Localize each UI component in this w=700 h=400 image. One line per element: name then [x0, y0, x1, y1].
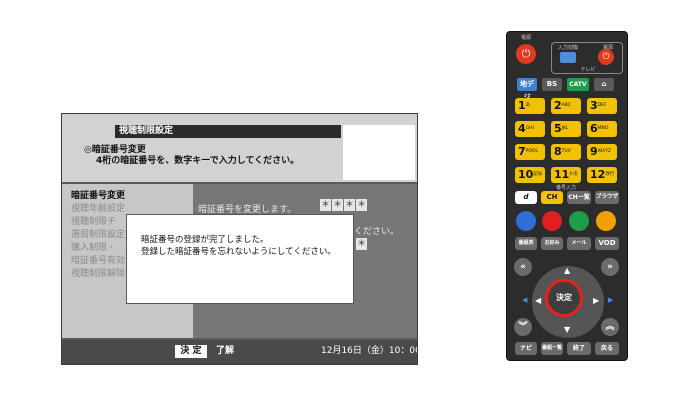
kettei-button[interactable]: 決定	[545, 279, 583, 317]
exit-button[interactable]: 終了	[567, 342, 591, 355]
num-11-button[interactable]: 11わをん	[551, 167, 581, 193]
power-button[interactable]: ⏻	[516, 44, 536, 64]
double-down-button[interactable]: ︾	[514, 318, 532, 336]
tv-panel: 入力切換 電源 ⏻ テレビ	[551, 42, 623, 74]
menu-item-pin-change[interactable]: 暗証番号変更	[71, 188, 125, 201]
tv-label: テレビ	[580, 67, 596, 73]
power-icon: ⏻	[521, 47, 531, 60]
datetime: 12月16日（金）10：00	[321, 346, 418, 356]
double-chevron-up-icon: ︽	[605, 322, 615, 332]
epg-button[interactable]: 番組表	[515, 237, 537, 250]
dialog-message-1: 暗証番号の登録が完了しました。	[141, 235, 269, 245]
ch-list-button[interactable]: CH一覧	[567, 191, 591, 204]
menu-item-pin-valid[interactable]: 暗証番号有効	[71, 253, 125, 266]
num-8-button[interactable]: 8TUV	[551, 144, 581, 160]
yellow-button[interactable]	[596, 211, 616, 231]
back-button[interactable]: 戻る	[595, 342, 619, 355]
num-3-button[interactable]: 3DEF	[587, 98, 617, 114]
num-7-button[interactable]: 7PQRS	[515, 144, 545, 160]
remote-control: 電源 ⏻ 入力切換 電源 ⏻ テレビ 地デジ BS CATV ⌂ 1あ 2ABC…	[506, 31, 628, 361]
confirmation-dialog: 暗証番号の登録が完了しました。 登録した暗証番号を忘れないようにしてください。	[126, 214, 354, 304]
program-list-button[interactable]: 番組一覧	[541, 342, 563, 355]
tv-screen: 視聴制限設定 ◎暗証番号変更 4桁の暗証番号を、数字キーで入力してください。 暗…	[61, 113, 418, 365]
num-12-button[interactable]: 12改行	[587, 167, 617, 183]
vod-button[interactable]: VOD	[595, 237, 619, 250]
menu-item-restriction-release[interactable]: 視聴制限解除	[71, 266, 125, 279]
d-button[interactable]: d	[515, 191, 537, 204]
pin-char: ＊	[320, 199, 331, 211]
num-10-button[interactable]: 10記号	[515, 167, 545, 183]
double-up-button[interactable]: ︽	[601, 318, 619, 336]
num-1-button[interactable]: 1あ	[515, 98, 545, 114]
terrestrial-button[interactable]: 地デジ	[517, 78, 537, 101]
pin-char: ＊	[356, 199, 367, 211]
page-title: 視聴制限設定	[115, 125, 341, 138]
down-arrow-icon[interactable]: ▼	[564, 325, 570, 334]
home-icon: ⌂	[601, 80, 607, 88]
catv-button[interactable]: CATV	[567, 78, 589, 91]
favorite-button[interactable]: お好み	[541, 237, 563, 250]
pin-char: ＊	[344, 199, 355, 211]
pin-char: ＊	[332, 199, 343, 211]
num-2-button[interactable]: 2ABC	[551, 98, 581, 114]
power-icon: ⏻	[602, 52, 610, 62]
kettei-key-hint[interactable]: 決 定	[175, 345, 207, 358]
menu-item-age-setting[interactable]: 視聴年齢設定	[71, 201, 125, 214]
double-chevron-down-icon: ︾	[518, 322, 528, 332]
pin-char-partial: ＊	[356, 238, 367, 250]
menu-item-channel-restriction[interactable]: 選局制限設定	[71, 227, 125, 240]
prev-button[interactable]: «	[514, 258, 532, 276]
green-button[interactable]	[569, 211, 589, 231]
left-arrow-icon[interactable]: ◀	[535, 296, 541, 305]
num-6-button[interactable]: 6MNO	[587, 121, 617, 137]
tv-power-button[interactable]: ⏻	[598, 49, 614, 65]
partial-instruction: ください。	[354, 227, 400, 237]
double-chevron-right-icon: »	[607, 262, 613, 272]
input-switch-label: 入力切換	[557, 45, 578, 51]
screen-footer: 決 定 了解 12月16日（金）10：00	[62, 340, 417, 364]
left-skip-icon: ◀	[522, 296, 528, 304]
input-switch-button[interactable]	[560, 52, 576, 63]
blue-button[interactable]	[516, 211, 536, 231]
number-input-label: 番号入力	[555, 185, 576, 191]
navi-button[interactable]: ナビ	[515, 342, 537, 355]
mail-button[interactable]: メール	[567, 237, 591, 250]
num-5-button[interactable]: 5JKL	[551, 121, 581, 137]
header-blank-panel	[343, 125, 415, 180]
right-arrow-icon[interactable]: ▶	[593, 296, 599, 305]
instruction-text: 4桁の暗証番号を、数字キーで入力してください。	[96, 156, 300, 166]
pin-display: ＊ ＊ ＊ ＊	[320, 199, 367, 211]
num-4-button[interactable]: 4GHI	[515, 121, 545, 137]
bs-button[interactable]: BS	[542, 78, 562, 91]
right-skip-icon: ▶	[608, 296, 614, 304]
menu-item-viewing-check[interactable]: 視聴制限チ	[71, 214, 116, 227]
double-chevron-left-icon: «	[520, 262, 526, 272]
menu-item-purchase-restriction[interactable]: 購入制限・	[71, 240, 116, 253]
num-9-button[interactable]: 9WXYZ	[587, 144, 617, 160]
next-button[interactable]: »	[601, 258, 619, 276]
ok-label: 了解	[216, 346, 235, 356]
ch-button[interactable]: CH	[541, 191, 563, 204]
red-button[interactable]	[542, 211, 562, 231]
dialog-message-2: 登録した暗証番号を忘れないようにしてください。	[141, 247, 336, 257]
browser-button[interactable]: ブラウザ	[595, 191, 619, 204]
power-label: 電源	[520, 35, 531, 41]
up-arrow-icon[interactable]: ▲	[564, 266, 570, 275]
home-button[interactable]: ⌂	[594, 78, 614, 91]
